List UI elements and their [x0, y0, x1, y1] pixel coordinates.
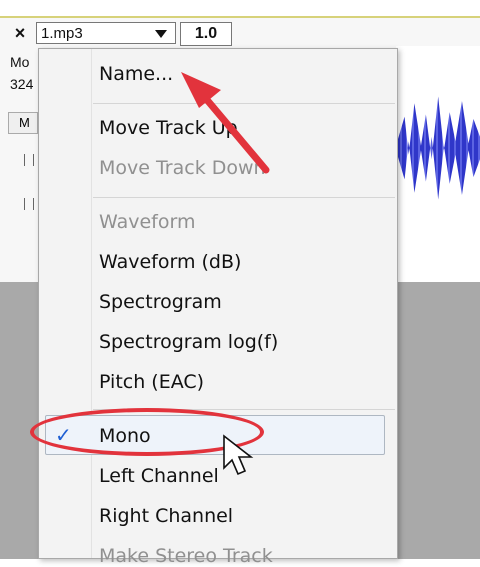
menu-item-waveform: Waveform: [99, 211, 196, 233]
chevron-down-icon: [155, 30, 167, 38]
close-icon[interactable]: ×: [8, 22, 32, 44]
track-info-line-2: 324: [10, 76, 34, 92]
menu-separator: [93, 197, 395, 198]
menu-item-right-channel[interactable]: Right Channel: [99, 505, 233, 527]
menu-item-make-stereo-track: Make Stereo Track: [99, 545, 273, 567]
menu-item-pitch-eac[interactable]: Pitch (EAC): [99, 371, 204, 393]
track-name-dropdown[interactable]: 1.mp3: [36, 22, 176, 44]
menu-item-left-channel[interactable]: Left Channel: [99, 465, 219, 487]
track-context-menu: Name... Move Track Up Move Track Down Wa…: [38, 48, 398, 567]
track-info: Mo 324: [10, 54, 33, 98]
menu-item-name[interactable]: Name...: [99, 63, 173, 85]
track-info-line-1: Mo: [10, 54, 30, 70]
pan-slider-handle[interactable]: [24, 198, 34, 210]
annotation-ellipse: [30, 408, 264, 456]
menu-item-waveform-db[interactable]: Waveform (dB): [99, 251, 241, 273]
menu-item-spectrogram[interactable]: Spectrogram: [99, 291, 222, 313]
menu-item-move-track-up[interactable]: Move Track Up: [99, 117, 238, 139]
track-rate: 1.0: [180, 22, 232, 46]
menu-separator: [93, 103, 395, 104]
top-border: [0, 0, 480, 18]
menu-item-move-track-down: Move Track Down: [99, 157, 266, 179]
track-tab[interactable]: M: [8, 112, 38, 134]
gain-slider-handle[interactable]: [24, 154, 34, 166]
menu-gutter: [91, 49, 92, 558]
track-name-label: 1.mp3: [41, 25, 83, 42]
menu-item-spectrogram-log[interactable]: Spectrogram log(f): [99, 331, 278, 353]
